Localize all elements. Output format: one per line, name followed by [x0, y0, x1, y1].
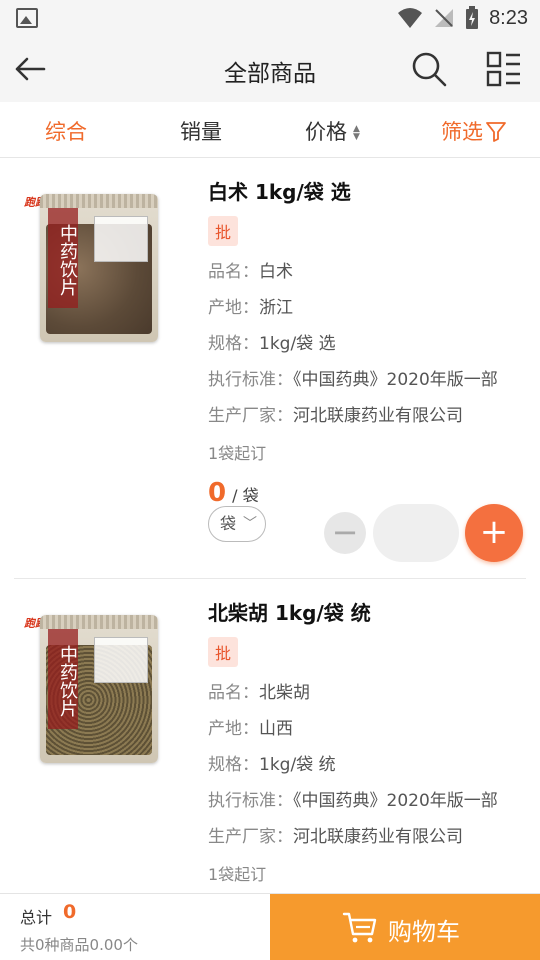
bag-seal	[40, 194, 158, 208]
product-name[interactable]: 白术 1kg/袋 选	[208, 176, 526, 206]
sort-tab-sales[interactable]: 销量	[180, 116, 222, 146]
quantity-input[interactable]	[373, 504, 459, 562]
attr-key: 规格：	[208, 334, 259, 354]
bag-label: 中药饮片	[48, 208, 78, 308]
wholesale-badge: 批	[208, 216, 239, 246]
product-image[interactable]: 跑跑药房 中药饮片	[18, 597, 178, 767]
attr-key: 产地：	[208, 298, 259, 318]
page-title: 全部商品	[224, 61, 316, 87]
product-attr: 产地：山西	[208, 714, 526, 739]
sort-tab-label: 价格	[305, 120, 347, 144]
cart-summary-text: 共0种商品0.00个	[20, 936, 138, 954]
attr-value: 1kg/袋 选	[259, 334, 336, 354]
chevron-down-icon: ﹀	[243, 516, 257, 532]
cart-button-label: 购物车	[388, 918, 460, 946]
search-icon[interactable]	[410, 50, 448, 88]
image-notification-icon	[16, 8, 38, 28]
filter-funnel-icon	[486, 122, 506, 142]
status-icons: 8:23	[397, 0, 528, 36]
attr-value: 北柴胡	[259, 683, 310, 703]
attr-value: 浙江	[259, 298, 293, 318]
bag-label: 中药饮片	[48, 629, 78, 729]
product-attr: 规格：1kg/袋 选	[208, 329, 526, 354]
nav-bar: 全部商品	[0, 36, 540, 102]
attr-key: 执行标准：	[208, 791, 293, 811]
quantity-minus-button[interactable]: −	[324, 512, 366, 554]
sort-arrows-icon: ▲ ▼	[353, 124, 360, 142]
product-attr: 品名：白术	[208, 257, 526, 282]
price-unit: / 袋	[232, 486, 259, 505]
cart-button[interactable]: 购物车	[270, 894, 540, 960]
bag-paper-label	[94, 216, 148, 262]
status-time: 8:23	[489, 6, 528, 29]
price-row: 0 / 袋	[208, 478, 526, 508]
sort-tab-comprehensive[interactable]: 综合	[45, 116, 87, 146]
unit-select[interactable]: 袋 ﹀	[208, 506, 266, 542]
total-label: 总计	[20, 908, 53, 927]
product-image[interactable]: 跑跑药房 中药饮片	[18, 176, 178, 346]
attr-value: 《中国药典》2020年版一部	[293, 791, 498, 811]
product-attr: 执行标准：《中国药典》2020年版一部	[208, 786, 526, 811]
product-info: 北柴胡 1kg/袋 统 批 品名：北柴胡 产地：山西 规格：1kg/袋 统 执行…	[208, 597, 526, 893]
attr-key: 生产厂家：	[208, 406, 293, 426]
list-item[interactable]: 跑跑药房 中药饮片 北柴胡 1kg/袋 统 批 品名：北柴胡 产地：山西 规格：…	[14, 579, 526, 893]
attr-value: 河北联康药业有限公司	[293, 827, 463, 847]
product-attr: 品名：北柴胡	[208, 678, 526, 703]
attr-value: 白术	[259, 262, 293, 282]
herb-bag-image: 中药饮片	[40, 615, 158, 763]
min-order: 1袋起订	[208, 865, 267, 884]
attr-value: 河北联康药业有限公司	[293, 406, 463, 426]
sort-tab-price[interactable]: 价格 ▲ ▼	[305, 116, 360, 146]
wholesale-badge: 批	[208, 637, 239, 667]
attr-value: 山西	[259, 719, 293, 739]
product-attr: 规格：1kg/袋 统	[208, 750, 526, 775]
product-list[interactable]: 跑跑药房 中药饮片 白术 1kg/袋 选 批 品名：白术 产地：浙江 规格：1k…	[0, 158, 540, 893]
attr-key: 品名：	[208, 683, 259, 703]
shopping-cart-icon	[342, 912, 377, 943]
status-bar: 8:23	[0, 0, 540, 36]
product-attr: 生产厂家：河北联康药业有限公司	[208, 401, 526, 426]
wifi-icon	[398, 8, 423, 28]
sort-bar: 综合 销量 价格 ▲ ▼ 筛选	[0, 102, 540, 158]
product-attr: 执行标准：《中国药典》2020年版一部	[208, 365, 526, 390]
bag-seal	[40, 615, 158, 629]
min-order: 1袋起订	[208, 444, 267, 463]
cart-summary-bar: 总计 0 共0种商品0.00个 购物车	[0, 893, 540, 960]
attr-key: 生产厂家：	[208, 827, 293, 847]
sort-tab-label: 销量	[180, 120, 222, 144]
product-price: 0	[208, 478, 227, 508]
layout-toggle-icon[interactable]	[486, 50, 522, 88]
attr-value: 《中国药典》2020年版一部	[293, 370, 498, 390]
list-item[interactable]: 跑跑药房 中药饮片 白术 1kg/袋 选 批 品名：白术 产地：浙江 规格：1k…	[14, 158, 526, 579]
attr-key: 执行标准：	[208, 370, 293, 390]
attr-key: 产地：	[208, 719, 259, 739]
quantity-plus-button[interactable]: +	[465, 504, 523, 562]
herb-bag-image: 中药饮片	[40, 194, 158, 342]
attr-value: 1kg/袋 统	[259, 755, 336, 775]
sort-tab-filter[interactable]: 筛选	[441, 116, 507, 146]
bag-paper-label	[94, 637, 148, 683]
total-value: 0	[63, 901, 77, 923]
product-info: 白术 1kg/袋 选 批 品名：白术 产地：浙江 规格：1kg/袋 选 执行标准…	[208, 176, 526, 508]
no-signal-icon	[435, 9, 454, 27]
sort-tab-label: 筛选	[441, 120, 483, 144]
attr-key: 规格：	[208, 755, 259, 775]
product-attr: 产地：浙江	[208, 293, 526, 318]
battery-charging-icon	[466, 6, 479, 29]
attr-key: 品名：	[208, 262, 259, 282]
product-attr: 生产厂家：河北联康药业有限公司	[208, 822, 526, 847]
sort-tab-label: 综合	[45, 120, 87, 144]
unit-select-value: 袋	[220, 514, 237, 533]
product-name[interactable]: 北柴胡 1kg/袋 统	[208, 597, 526, 627]
